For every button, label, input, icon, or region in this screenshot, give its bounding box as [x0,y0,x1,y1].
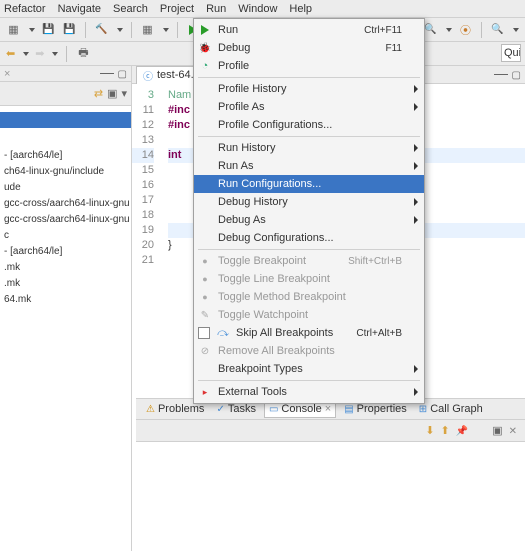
tree-line[interactable]: - [aarch64/le] [0,244,131,260]
tasks-icon [216,403,224,415]
new-button[interactable] [6,22,21,38]
menu-item-profile[interactable]: Profile [194,57,424,75]
menu-item-profile-configs[interactable]: Profile Configurations... [194,116,424,134]
watchpoint-icon: ✎ [198,308,212,322]
maximize-icon[interactable] [512,69,521,81]
chevron-down-icon[interactable] [23,52,29,56]
pin-icon[interactable] [456,425,468,437]
menu-item-profile-as[interactable]: Profile As [194,98,424,116]
problems-icon [146,403,155,415]
external-tools-icon [198,385,212,399]
chevron-down-icon[interactable] [513,28,519,32]
menu-item-toggle-line-bp: Toggle Line Breakpoint [194,270,424,288]
menu-item-debug-configs[interactable]: Debug Configurations... [194,229,424,247]
console-toolbar [136,420,525,442]
bug-icon [198,41,212,55]
focus-icon[interactable] [107,87,117,100]
properties-icon [344,403,353,415]
build-button[interactable] [94,22,109,38]
menu-item-run-history[interactable]: Run History [194,139,424,157]
tree-line[interactable]: gcc-cross/aarch64-linux-gnu [0,212,131,228]
link-icon[interactable]: ⇄ [94,87,103,100]
remove-icon: ⊘ [198,344,212,358]
chevron-down-icon[interactable] [117,28,123,32]
menu-icon[interactable]: ▾ [121,87,127,100]
tree-view[interactable]: - [aarch64/le] ch64-linux-gnu/include ud… [0,106,131,312]
project-explorer: × ⇄ ▾ - [aarch64/le] ch64-linux-gnu/incl… [0,66,132,551]
breakpoint-icon [198,272,212,286]
search-icon[interactable] [423,22,438,38]
zoom-button[interactable] [490,22,505,38]
submenu-arrow-icon [414,216,418,224]
menu-item-debug-history[interactable]: Debug History [194,193,424,211]
checkbox-icon[interactable] [198,327,210,339]
save-button[interactable] [41,22,56,38]
menu-item-toggle-watch: ✎Toggle Watchpoint [194,306,424,324]
profile-icon [198,59,212,73]
run-menu-dropdown: RunCtrl+F11 DebugF11 Profile Profile His… [193,18,425,404]
menu-item-toggle-bp: Toggle BreakpointShift+Ctrl+B [194,252,424,270]
menu-item-debug[interactable]: DebugF11 [194,39,424,57]
menu-item-profile-history[interactable]: Profile History [194,80,424,98]
chevron-down-icon[interactable] [163,28,169,32]
close-icon[interactable]: × [325,403,331,415]
menu-window[interactable]: Window [238,3,277,15]
c-file-icon: ⓒ [143,68,153,83]
submenu-arrow-icon [414,103,418,111]
scroll-down-icon[interactable] [425,424,434,437]
print-button[interactable] [75,46,91,62]
tree-line[interactable]: 64.mk [0,292,131,308]
console-icon [269,403,278,415]
menu-refactor[interactable]: Refactor [4,3,46,15]
submenu-arrow-icon [414,198,418,206]
minimize-icon[interactable] [100,73,114,74]
submenu-arrow-icon [414,365,418,373]
minimize-icon[interactable] [494,74,508,75]
submenu-arrow-icon [414,144,418,152]
menu-search[interactable]: Search [113,3,148,15]
maximize-icon[interactable] [118,68,127,80]
breakpoint-icon [198,290,212,304]
display-icon[interactable] [492,424,502,437]
chevron-down-icon[interactable] [52,52,58,56]
menu-item-run-configurations[interactable]: Run Configurations... [194,175,424,193]
menu-item-skip-all-bp[interactable]: Skip All BreakpointsCtrl+Alt+B [194,324,424,342]
menu-item-run-as[interactable]: Run As [194,157,424,175]
save-all-button[interactable] [62,22,77,38]
tree-line[interactable]: .mk [0,260,131,276]
menu-item-bp-types[interactable]: Breakpoint Types [194,360,424,378]
menu-run[interactable]: Run [206,3,226,15]
breakpoint-icon [198,254,212,268]
menubar: Refactor Navigate Search Project Run Win… [0,0,525,18]
menu-item-toggle-method-bp: Toggle Method Breakpoint [194,288,424,306]
tree-line[interactable]: gcc-cross/aarch64-linux-gnu [0,196,131,212]
run-icon [198,23,212,37]
tree-line[interactable]: c [0,228,131,244]
callgraph-icon [419,403,427,415]
menu-item-external-tools[interactable]: External Tools [194,383,424,401]
submenu-arrow-icon [414,388,418,396]
menu-item-remove-all-bp: ⊘Remove All Breakpoints [194,342,424,360]
submenu-arrow-icon [414,85,418,93]
brush-icon[interactable] [458,22,473,38]
menu-navigate[interactable]: Navigate [58,3,101,15]
tree-line[interactable]: ch64-linux-gnu/include [0,164,131,180]
menu-project[interactable]: Project [160,3,194,15]
submenu-arrow-icon [414,162,418,170]
quick-access-input[interactable]: Qui [501,44,521,62]
menu-item-run[interactable]: RunCtrl+F11 [194,21,424,39]
menu-help[interactable]: Help [289,3,312,15]
tab-callgraph[interactable]: Call Graph [415,401,487,417]
skip-icon [216,326,230,340]
chevron-down-icon[interactable] [29,28,35,32]
tree-line[interactable]: - [aarch64/le] [0,148,131,164]
chevron-down-icon[interactable] [446,28,452,32]
close-icon[interactable]: × [4,68,10,80]
clear-icon[interactable] [509,425,517,437]
tree-line[interactable]: .mk [0,276,131,292]
menu-item-debug-as[interactable]: Debug As [194,211,424,229]
package-button[interactable] [140,22,155,38]
tree-line[interactable]: ude [0,180,131,196]
scroll-up-icon[interactable] [441,424,450,437]
